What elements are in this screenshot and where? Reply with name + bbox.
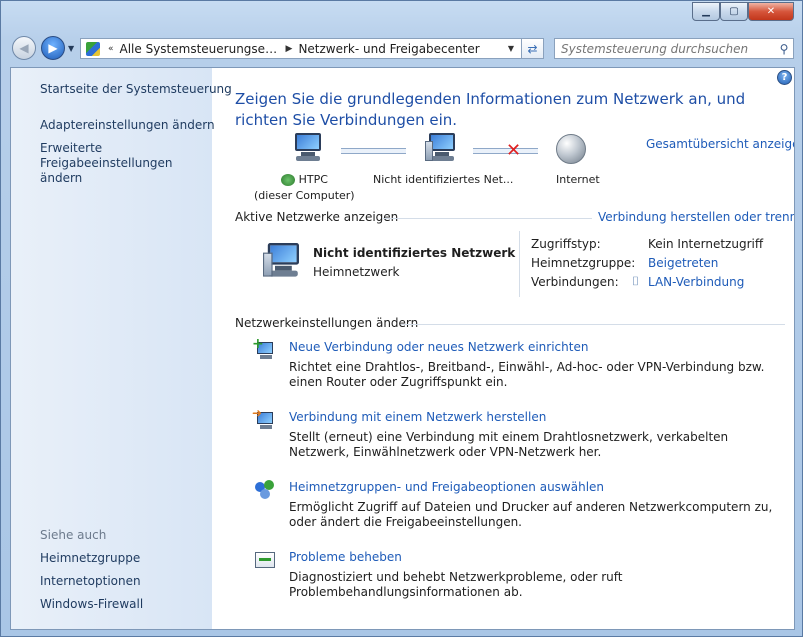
sidebar-link-windows-firewall[interactable]: Windows-Firewall — [40, 597, 143, 612]
task-connect-network-link[interactable]: Verbindung mit einem Netzwerk herstellen — [289, 410, 546, 424]
sidebar-link-internet-options[interactable]: Internetoptionen — [40, 574, 141, 589]
sidebar-link-control-panel-home[interactable]: Startseite der Systemsteuerung — [40, 82, 232, 97]
arrow-left-icon: ◀ — [19, 41, 29, 55]
title-bar: ▁ ▢ ✕ — [1, 1, 802, 31]
address-dropdown-icon[interactable]: ▼ — [503, 44, 519, 53]
sidebar: Startseite der Systemsteuerung Adapterei… — [11, 68, 232, 629]
minimize-button[interactable]: ▁ — [692, 2, 720, 21]
breadcrumb-all-control-panel-items[interactable]: Alle Systemsteuerungselemente — [116, 42, 284, 56]
page-title: Zeigen Sie die grundlegenden Information… — [235, 90, 746, 129]
breadcrumb-separator-icon[interactable]: ▶ — [284, 44, 295, 54]
task-homegroup-sharing-desc: Ermöglicht Zugriff auf Dateien und Druck… — [289, 500, 773, 529]
computer-icon — [291, 133, 325, 163]
active-network-name: Nicht identifiziertes Netzwerk — [313, 246, 516, 260]
lan-connection-link[interactable]: LAN-Verbindung — [648, 275, 744, 289]
maximize-button[interactable]: ▢ — [720, 2, 748, 21]
forward-button[interactable]: ▶ — [41, 36, 65, 60]
sidebar-link-adapter-settings[interactable]: Adaptereinstellungen ändern — [40, 118, 215, 133]
internet-globe-icon — [556, 134, 586, 164]
connect-disconnect-link[interactable]: Verbindung herstellen oder trennen — [598, 210, 794, 224]
refresh-icon: ⇄ — [527, 41, 538, 56]
connection-line — [341, 148, 406, 154]
homegroup-label: Heimnetzgruppe: — [531, 256, 636, 270]
task-new-connection-desc: Richtet eine Drahtlos-, Breitband-, Einw… — [289, 360, 765, 389]
access-type-value: Kein Internetzugriff — [648, 237, 764, 251]
refresh-button[interactable]: ⇄ — [521, 38, 544, 59]
navigation-bar: ◀ ▶ ▼ « Alle Systemsteuerungselemente ▶ … — [1, 31, 802, 67]
connections-label: Verbindungen: — [531, 275, 619, 289]
network-icon — [425, 133, 459, 163]
task-connect-network-desc: Stellt (erneut) eine Verbindung mit eine… — [289, 430, 729, 459]
sidebar-link-advanced-sharing[interactable]: Erweiterte Freigabeeinstellungen ändern — [40, 141, 205, 186]
sidebar-link-homegroup[interactable]: Heimnetzgruppe — [40, 551, 140, 566]
map-computer-label[interactable]: HTPC (dieser Computer) — [254, 172, 355, 204]
network-settings-header: Netzwerkeinstellungen ändern — [235, 316, 419, 330]
homegroup-icon — [280, 174, 295, 186]
close-button[interactable]: ✕ — [748, 2, 794, 21]
active-networks-header: Aktive Netzwerke anzeigen — [235, 210, 399, 224]
breadcrumb-network-sharing-center[interactable]: Netzwerk- und Freigabecenter — [294, 42, 483, 56]
access-type-label: Zugriffstyp: — [531, 237, 601, 251]
troubleshoot-icon — [255, 550, 277, 572]
map-internet-label[interactable]: Internet — [556, 172, 600, 188]
task-troubleshoot-link[interactable]: Probleme beheben — [289, 550, 402, 564]
vertical-divider — [519, 231, 520, 297]
homegroup-joined-link[interactable]: Beigetreten — [648, 256, 718, 270]
homegroup-sharing-icon — [255, 480, 277, 502]
map-network-label[interactable]: Nicht identifiziertes Net... — [373, 172, 513, 188]
task-troubleshoot-desc: Diagnostiziert und behebt Netzwerkproble… — [289, 570, 623, 599]
search-icon[interactable]: ⚲ — [775, 42, 793, 56]
back-button[interactable]: ◀ — [12, 36, 36, 60]
new-connection-icon: + — [252, 336, 277, 362]
lan-connection-icon: ⌷ — [632, 274, 640, 288]
breadcrumb-overflow[interactable]: « — [106, 44, 116, 54]
connect-network-icon: ➜ — [252, 406, 277, 432]
task-new-connection-link[interactable]: Neue Verbindung oder neues Netzwerk einr… — [289, 340, 588, 354]
search-box[interactable]: ⚲ — [554, 38, 794, 59]
main-panel: ? Zeigen Sie die grundlegenden Informati… — [212, 68, 794, 629]
task-homegroup-sharing-link[interactable]: Heimnetzgruppen- und Freigabeoptionen au… — [289, 480, 604, 494]
help-button[interactable]: ? — [777, 70, 792, 85]
section-divider — [382, 218, 592, 219]
search-input[interactable] — [555, 40, 775, 57]
help-icon: ? — [781, 72, 788, 83]
recent-pages-dropdown[interactable]: ▼ — [68, 44, 74, 53]
active-network-icon — [263, 243, 316, 291]
window: ▁ ▢ ✕ ◀ ▶ ▼ « Alle Systemsteuerungseleme… — [0, 0, 803, 637]
section-divider — [401, 324, 785, 325]
content-area: Startseite der Systemsteuerung Adapterei… — [10, 67, 795, 630]
active-network-type[interactable]: Heimnetzwerk — [313, 265, 400, 279]
control-panel-icon — [86, 41, 100, 56]
no-connection-icon: ✕ — [506, 140, 522, 161]
full-map-link[interactable]: Gesamtübersicht anzeigen — [646, 137, 794, 151]
see-also-header: Siehe auch — [40, 528, 107, 542]
arrow-right-icon: ▶ — [48, 41, 58, 55]
address-bar[interactable]: « Alle Systemsteuerungselemente ▶ Netzwe… — [80, 38, 544, 59]
